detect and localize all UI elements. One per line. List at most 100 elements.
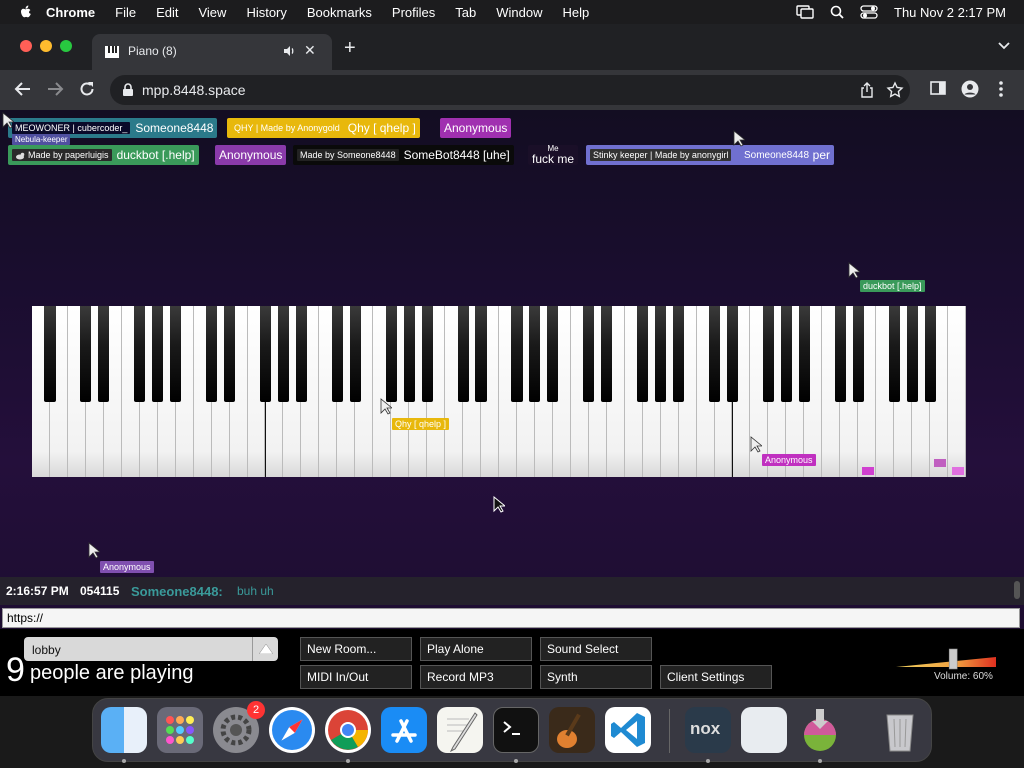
menu-help[interactable]: Help bbox=[563, 5, 590, 20]
black-key[interactable] bbox=[888, 306, 900, 402]
control-center-icon[interactable] bbox=[860, 5, 878, 19]
black-key[interactable] bbox=[780, 306, 792, 402]
client-settings-button[interactable]: Client Settings bbox=[660, 665, 772, 689]
black-key[interactable] bbox=[170, 306, 182, 402]
black-key[interactable] bbox=[673, 306, 685, 402]
address-bar[interactable]: mpp.8448.space bbox=[110, 75, 910, 105]
preview-icon[interactable] bbox=[741, 707, 787, 753]
side-panel-icon[interactable] bbox=[930, 80, 946, 96]
room-dropdown-button[interactable] bbox=[252, 637, 278, 661]
system-settings-icon[interactable]: 2 bbox=[213, 701, 265, 753]
black-key[interactable] bbox=[852, 306, 864, 402]
menu-view[interactable]: View bbox=[198, 5, 226, 20]
share-icon[interactable] bbox=[860, 82, 874, 98]
forward-arrow-icon[interactable] bbox=[46, 80, 64, 98]
black-key[interactable] bbox=[259, 306, 272, 402]
black-key[interactable] bbox=[80, 306, 92, 402]
lock-icon[interactable] bbox=[122, 83, 134, 97]
menu-tab[interactable]: Tab bbox=[455, 5, 476, 20]
black-key[interactable] bbox=[475, 306, 487, 402]
name-tag-fuck-me[interactable]: Me fuck me bbox=[528, 145, 579, 165]
piano-keyboard[interactable] bbox=[32, 306, 966, 477]
url-text[interactable]: mpp.8448.space bbox=[142, 82, 246, 98]
volume-knob[interactable] bbox=[948, 648, 958, 670]
tab-search-chevron-icon[interactable] bbox=[998, 42, 1010, 50]
menu-app-name[interactable]: Chrome bbox=[46, 5, 95, 20]
black-key[interactable] bbox=[601, 306, 613, 402]
chrome-icon[interactable] bbox=[325, 707, 371, 753]
sound-select-button[interactable]: Sound Select bbox=[540, 637, 652, 661]
synth-button[interactable]: Synth bbox=[540, 665, 652, 689]
app-store-icon[interactable] bbox=[381, 707, 427, 753]
trash-icon[interactable] bbox=[877, 707, 923, 753]
launchpad-icon[interactable] bbox=[157, 707, 203, 753]
installer-icon[interactable] bbox=[797, 707, 843, 753]
menu-history[interactable]: History bbox=[246, 5, 286, 20]
black-key[interactable] bbox=[152, 306, 164, 402]
black-key[interactable] bbox=[924, 306, 936, 402]
nox-icon[interactable]: nox bbox=[685, 707, 731, 753]
vscode-icon[interactable] bbox=[605, 707, 651, 753]
black-key[interactable] bbox=[655, 306, 667, 402]
name-tag-stinky-keeper[interactable]: Stinky keeper | Made by anonygirl Someon… bbox=[586, 145, 834, 165]
black-key[interactable] bbox=[277, 306, 290, 402]
black-key[interactable] bbox=[98, 306, 110, 402]
black-key[interactable] bbox=[457, 306, 469, 402]
black-key[interactable] bbox=[529, 306, 541, 402]
chat-scrollbar[interactable] bbox=[1014, 581, 1020, 599]
black-key[interactable] bbox=[295, 306, 307, 402]
name-tag-anonymous[interactable]: Anonymous bbox=[440, 118, 512, 138]
menu-file[interactable]: File bbox=[115, 5, 136, 20]
name-tag-anonymous-2[interactable]: Anonymous bbox=[215, 145, 287, 165]
spotlight-search-icon[interactable] bbox=[830, 5, 844, 19]
tab-close-icon[interactable]: ✕ bbox=[304, 42, 316, 59]
black-key[interactable] bbox=[637, 306, 649, 402]
black-key[interactable] bbox=[44, 306, 56, 402]
black-key[interactable] bbox=[349, 306, 361, 402]
chat-input[interactable] bbox=[2, 608, 1020, 628]
new-room-button[interactable]: New Room... bbox=[300, 637, 412, 661]
black-key[interactable] bbox=[403, 306, 415, 402]
black-key[interactable] bbox=[762, 306, 774, 402]
menu-window[interactable]: Window bbox=[496, 5, 542, 20]
black-key[interactable] bbox=[421, 306, 433, 402]
screen-mirroring-icon[interactable] bbox=[796, 5, 814, 19]
tab-piano[interactable]: Piano (8) ✕ bbox=[92, 34, 332, 70]
play-alone-button[interactable]: Play Alone bbox=[420, 637, 532, 661]
name-tag-duckbot[interactable]: Made by paperluigis duckbot [.help] bbox=[8, 145, 199, 165]
window-minimize-button[interactable] bbox=[40, 40, 52, 52]
name-tag-qhy[interactable]: QHY | Made by Anonygold Qhy [ qhelp ] bbox=[227, 118, 420, 138]
black-key[interactable] bbox=[906, 306, 918, 402]
kebab-menu-icon[interactable] bbox=[998, 80, 1004, 98]
textedit-icon[interactable] bbox=[437, 707, 483, 753]
black-key[interactable] bbox=[834, 306, 846, 402]
black-key[interactable] bbox=[224, 306, 236, 402]
new-tab-icon[interactable]: + bbox=[344, 38, 356, 58]
black-key[interactable] bbox=[708, 306, 721, 402]
black-key[interactable] bbox=[385, 306, 397, 402]
audio-playing-icon[interactable] bbox=[282, 44, 296, 58]
bookmark-star-icon[interactable] bbox=[886, 81, 904, 99]
menu-bookmarks[interactable]: Bookmarks bbox=[307, 5, 372, 20]
black-key[interactable] bbox=[134, 306, 146, 402]
black-key[interactable] bbox=[798, 306, 810, 402]
back-arrow-icon[interactable] bbox=[14, 80, 32, 98]
safari-icon[interactable] bbox=[269, 707, 315, 753]
black-key[interactable] bbox=[331, 306, 343, 402]
menu-edit[interactable]: Edit bbox=[156, 5, 178, 20]
name-tag-somebot8448[interactable]: Made by Someone8448 SomeBot8448 [uhe] bbox=[293, 145, 514, 165]
room-select[interactable]: lobby bbox=[24, 637, 278, 661]
black-key[interactable] bbox=[206, 306, 218, 402]
garageband-icon[interactable] bbox=[549, 707, 595, 753]
profile-icon[interactable] bbox=[961, 80, 979, 98]
reload-icon[interactable] bbox=[78, 80, 96, 98]
terminal-icon[interactable] bbox=[493, 707, 539, 753]
black-key[interactable] bbox=[511, 306, 523, 402]
window-zoom-button[interactable] bbox=[60, 40, 72, 52]
menu-clock[interactable]: Thu Nov 2 2:17 PM bbox=[894, 5, 1006, 20]
apple-icon[interactable] bbox=[18, 4, 34, 20]
black-key[interactable] bbox=[583, 306, 595, 402]
white-key[interactable] bbox=[948, 306, 966, 477]
midi-in-out-button[interactable]: MIDI In/Out bbox=[300, 665, 412, 689]
record-mp3-button[interactable]: Record MP3 bbox=[420, 665, 532, 689]
